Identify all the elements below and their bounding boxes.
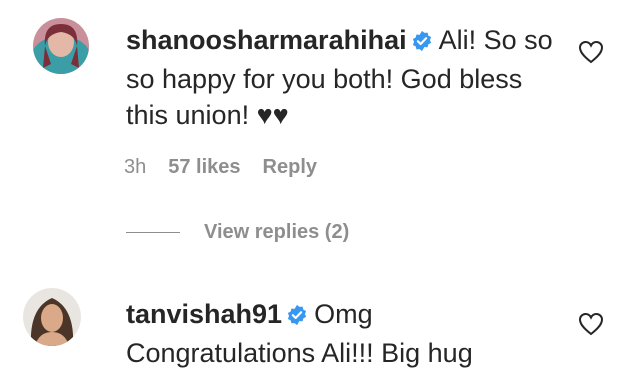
comment-line: Omg (314, 299, 373, 329)
comment-meta: 3h 57 likes Reply (124, 156, 339, 179)
comment-text: shanoosharmarahihai Ali! So so so happy f… (126, 22, 586, 133)
comment-text: tanvishah91 Omg Congratulations Ali!!! Bi… (126, 296, 566, 371)
avatar[interactable] (33, 18, 89, 74)
view-replies-label: View replies (2) (204, 221, 350, 243)
comment-line: Ali! So so (438, 25, 553, 55)
timestamp[interactable]: 3h (124, 156, 146, 178)
verified-badge-icon (286, 299, 308, 335)
comment-item: shanoosharmarahihai Ali! So so so happy f… (0, 0, 640, 260)
avatar[interactable] (23, 288, 81, 346)
view-replies-button[interactable]: View replies (2) (126, 221, 349, 247)
comment-item: tanvishah91 Omg Congratulations Ali!!! Bi… (0, 270, 640, 373)
username[interactable]: tanvishah91 (126, 299, 282, 329)
comment-line: this union! ♥♥ (126, 100, 289, 130)
username[interactable]: shanoosharmarahihai (126, 25, 407, 55)
comment-line: so happy for you both! God bless (126, 64, 523, 94)
divider (126, 232, 180, 234)
likes-count[interactable]: 57 likes (168, 156, 240, 178)
heart-outline-icon[interactable] (578, 312, 604, 336)
reply-button[interactable]: Reply (263, 156, 317, 178)
comment-line: Congratulations Ali!!! Big hug (126, 338, 473, 368)
verified-badge-icon (411, 25, 433, 61)
heart-outline-icon[interactable] (578, 40, 604, 64)
